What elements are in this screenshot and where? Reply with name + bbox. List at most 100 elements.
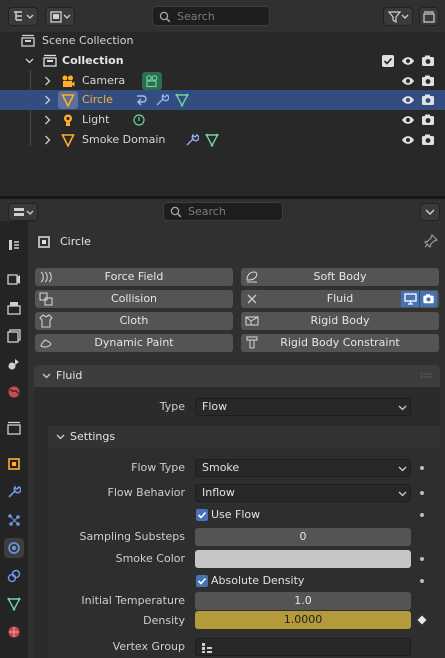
eye-icon[interactable] bbox=[401, 54, 415, 68]
expand-chevron-right-icon[interactable] bbox=[44, 115, 51, 125]
camera-render-icon[interactable] bbox=[421, 54, 435, 68]
camera-data-badge[interactable] bbox=[142, 72, 162, 90]
search-icon bbox=[170, 206, 182, 218]
properties-editor-icon bbox=[14, 208, 34, 216]
use-flow-checkbox[interactable] bbox=[196, 509, 208, 521]
display-mode-button[interactable] bbox=[45, 7, 75, 26]
new-collection-button[interactable] bbox=[419, 7, 439, 26]
tab-world[interactable] bbox=[4, 382, 24, 402]
initial-temperature-field[interactable]: 1.0 bbox=[195, 592, 411, 610]
modifier-wrench-icon bbox=[8, 485, 21, 498]
light-data-icon[interactable] bbox=[132, 113, 146, 127]
tab-output[interactable] bbox=[4, 298, 24, 318]
monitor-icon[interactable] bbox=[404, 293, 417, 305]
pin-icon[interactable] bbox=[424, 234, 438, 248]
camera-render-icon[interactable] bbox=[422, 293, 435, 305]
editor-type-button[interactable] bbox=[8, 203, 38, 221]
row-label: Camera bbox=[82, 74, 126, 87]
expand-chevron-right-icon[interactable] bbox=[44, 95, 51, 105]
tab-material[interactable] bbox=[4, 622, 24, 642]
sampling-substeps-field[interactable]: 0 bbox=[195, 528, 411, 546]
smoke-color-swatch[interactable] bbox=[195, 550, 411, 568]
animate-property-dot[interactable] bbox=[420, 491, 424, 495]
outliner-editor-icon bbox=[14, 11, 34, 21]
rigid-body-button[interactable]: Rigid Body bbox=[241, 312, 439, 330]
absolute-density-checkbox[interactable] bbox=[196, 575, 208, 587]
keyframe-diamond-icon[interactable] bbox=[417, 615, 427, 625]
exclude-checkbox[interactable] bbox=[382, 55, 394, 67]
collision-button[interactable]: Collision bbox=[35, 290, 233, 308]
flow-behavior-dropdown[interactable]: Inflow bbox=[195, 484, 411, 502]
tab-render[interactable] bbox=[4, 269, 24, 289]
tab-data[interactable] bbox=[4, 594, 24, 614]
expand-chevron-right-icon[interactable] bbox=[44, 76, 51, 86]
remove-x-icon[interactable] bbox=[245, 292, 259, 306]
outliner-row-scene-collection[interactable]: Scene Collection bbox=[0, 31, 445, 51]
chevron-down-icon bbox=[398, 466, 407, 472]
flow-type-dropdown[interactable]: Smoke bbox=[195, 459, 411, 477]
rigid-body-constraint-button[interactable]: Rigid Body Constraint bbox=[241, 334, 439, 352]
eye-icon[interactable] bbox=[401, 133, 415, 147]
tab-tool[interactable] bbox=[4, 235, 24, 255]
mesh-data-icon[interactable] bbox=[205, 133, 219, 147]
tab-scene[interactable] bbox=[4, 354, 24, 374]
outliner-row-light[interactable]: Light bbox=[0, 110, 445, 130]
type-dropdown[interactable]: Flow bbox=[195, 398, 411, 416]
dynamic-paint-button[interactable]: Dynamic Paint bbox=[35, 334, 233, 352]
checkmark-icon bbox=[197, 577, 207, 585]
eye-icon[interactable] bbox=[401, 74, 415, 88]
tool-icon bbox=[9, 240, 19, 250]
initial-temperature-label: Initial Temperature bbox=[81, 594, 185, 607]
constraint-icon[interactable] bbox=[135, 93, 149, 107]
scene-icon bbox=[8, 359, 19, 370]
animate-property-dot[interactable] bbox=[420, 557, 424, 561]
outliner-row-camera[interactable]: Camera bbox=[0, 71, 445, 91]
editor-type-button[interactable] bbox=[8, 7, 38, 26]
camera-render-icon[interactable] bbox=[421, 133, 435, 147]
field-value: 0 bbox=[299, 530, 307, 543]
camera-object-icon bbox=[62, 75, 75, 87]
force-field-button[interactable]: Force Field bbox=[35, 268, 233, 286]
mesh-data-icon[interactable] bbox=[175, 93, 189, 107]
tab-particles[interactable] bbox=[4, 510, 24, 530]
options-dropdown-button[interactable] bbox=[420, 203, 440, 221]
drag-handle-icon[interactable] bbox=[420, 372, 434, 380]
camera-render-icon[interactable] bbox=[421, 93, 435, 107]
outliner-row-collection[interactable]: Collection bbox=[0, 51, 445, 71]
outliner-search-field[interactable]: Search bbox=[152, 6, 270, 26]
camera-render-icon[interactable] bbox=[421, 74, 435, 88]
eye-icon[interactable] bbox=[401, 113, 415, 127]
density-field[interactable]: 1.0000 bbox=[195, 611, 411, 629]
settings-subpanel-header[interactable]: Settings bbox=[48, 426, 440, 448]
modifier-wrench-icon[interactable] bbox=[155, 93, 169, 107]
outliner-row-smoke-domain[interactable]: Smoke Domain bbox=[0, 130, 445, 150]
outliner-row-circle[interactable]: Circle bbox=[0, 90, 445, 110]
expand-chevron-right-icon[interactable] bbox=[44, 135, 51, 145]
fluid-button[interactable]: Fluid bbox=[241, 290, 439, 308]
expand-chevron-down-icon[interactable] bbox=[25, 58, 34, 64]
eye-icon[interactable] bbox=[401, 93, 415, 107]
tab-modifiers[interactable] bbox=[4, 482, 24, 502]
tab-object[interactable] bbox=[4, 454, 24, 474]
soft-body-button[interactable]: Soft Body bbox=[241, 268, 439, 286]
chevron-down-icon[interactable] bbox=[56, 434, 65, 440]
properties-header: Search bbox=[0, 199, 445, 223]
tab-collection[interactable] bbox=[4, 418, 24, 438]
row-label: Smoke Domain bbox=[82, 133, 166, 146]
modifier-wrench-icon[interactable] bbox=[185, 133, 199, 147]
animate-property-dot[interactable] bbox=[420, 513, 424, 517]
dropdown-value: Inflow bbox=[202, 486, 235, 499]
light-object-icon bbox=[64, 114, 72, 126]
fluid-panel-header[interactable]: Fluid bbox=[34, 365, 440, 387]
tab-constraints[interactable] bbox=[4, 566, 24, 586]
chevron-down-icon[interactable] bbox=[42, 373, 51, 379]
cloth-button[interactable]: Cloth bbox=[35, 312, 233, 330]
properties-search-field[interactable]: Search bbox=[163, 202, 283, 221]
filter-button[interactable] bbox=[383, 7, 413, 26]
animate-property-dot[interactable] bbox=[420, 466, 424, 470]
animate-property-dot[interactable] bbox=[420, 579, 424, 583]
tab-physics[interactable] bbox=[4, 538, 24, 558]
camera-render-icon[interactable] bbox=[421, 113, 435, 127]
tab-view-layer[interactable] bbox=[4, 326, 24, 346]
vertex-group-field[interactable] bbox=[195, 638, 411, 656]
